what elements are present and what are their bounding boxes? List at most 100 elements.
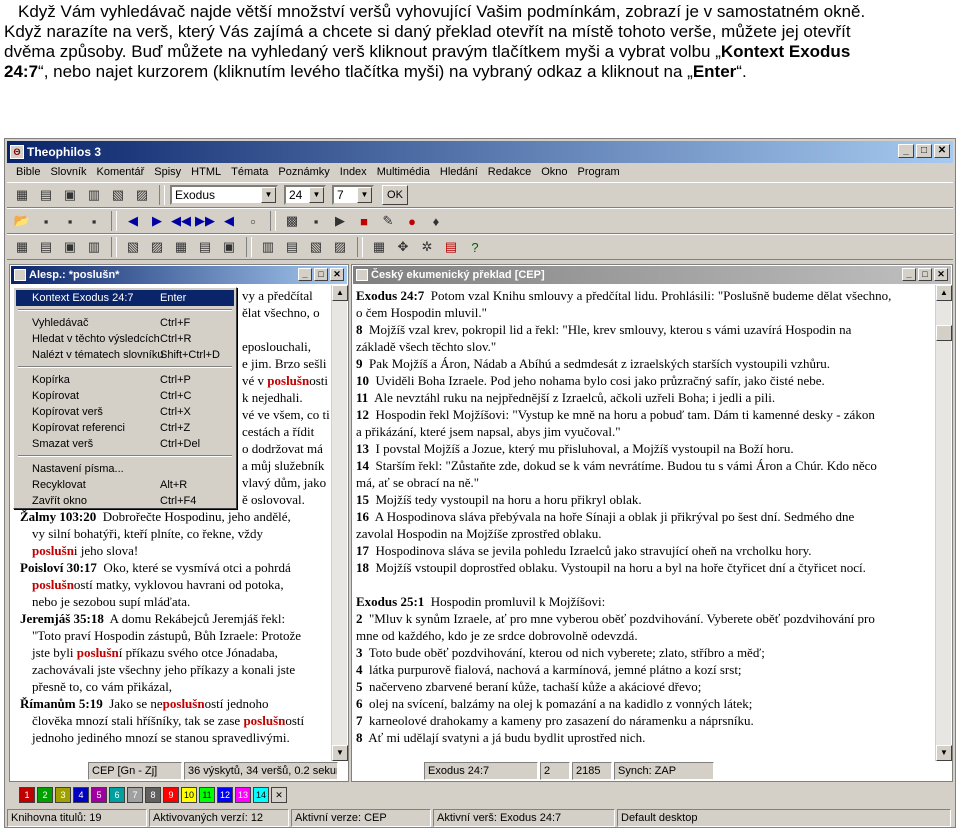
menu-poznámky[interactable]: Poznámky — [273, 163, 334, 181]
result-reference[interactable]: Poisloví 30:17 — [20, 560, 97, 575]
copy-icon[interactable]: ▧ — [122, 236, 144, 258]
verse[interactable]: 2 "Mluv k synům Izraele, ať pro mne vybe… — [356, 610, 932, 627]
context-menu-item[interactable]: Nalézt v tématech slovníku Shift+Ctrl+D — [16, 347, 234, 363]
chevron-down-icon[interactable]: ▼ — [261, 187, 276, 203]
color-button[interactable]: 6 — [109, 787, 125, 803]
close-button[interactable]: ✕ — [934, 144, 950, 158]
search-results-titlebar[interactable]: Alesp.: *poslušn* _ □ ✕ — [11, 266, 347, 284]
previous-icon[interactable]: ◀ — [122, 210, 144, 232]
context-menu-item[interactable]: Kopírovat verš Ctrl+X — [16, 404, 234, 420]
context-menu-item[interactable]: Kopírovat referenci Ctrl+Z — [16, 420, 234, 436]
scroll-down-icon[interactable]: ▼ — [332, 745, 348, 761]
color-button[interactable]: 10 — [181, 787, 197, 803]
context-menu-item[interactable]: Vyhledávač Ctrl+F — [16, 315, 234, 331]
color-button[interactable]: 8 — [145, 787, 161, 803]
edit-icon[interactable]: ✎ — [377, 210, 399, 232]
context-menu-item[interactable]: Hledat v těchto výsledcích Ctrl+R — [16, 331, 234, 347]
color-button[interactable]: 9 — [163, 787, 179, 803]
verse[interactable]: 18 Mojžíš vstoupil doprostřed oblaku. Vy… — [356, 559, 932, 576]
color-button[interactable]: 2 — [37, 787, 53, 803]
window-titlebar[interactable]: Θ Theophilos 3 _ □ ✕ — [7, 141, 953, 163]
search-icon[interactable]: ▦ — [11, 236, 33, 258]
result-reference[interactable]: Žalmy 103:20 — [20, 509, 96, 524]
image-icon[interactable]: ▩ — [281, 210, 303, 232]
chevron-down-icon[interactable]: ▼ — [357, 187, 372, 203]
color-button[interactable]: 14 — [253, 787, 269, 803]
network-icon[interactable]: ✥ — [392, 236, 414, 258]
maximize-button[interactable]: □ — [916, 144, 932, 158]
copy-verse-icon[interactable]: ▦ — [170, 236, 192, 258]
verse[interactable]: 12 Hospodin řekl Mojžíšovi: "Vystup ke m… — [356, 406, 932, 423]
context-menu-item[interactable]: Nastavení písma... — [16, 461, 234, 477]
menu-redakce[interactable]: Redakce — [483, 163, 536, 181]
result-reference[interactable]: Jeremjáš 35:18 — [20, 611, 104, 626]
verse[interactable]: 8 Mojžíš vzal krev, pokropil lid a řekl:… — [356, 321, 932, 338]
multimedia-icon[interactable]: ▪ — [305, 210, 327, 232]
library-icon[interactable]: ▥ — [83, 184, 105, 206]
menu-komentář[interactable]: Komentář — [92, 163, 150, 181]
search-results-scrollbar[interactable]: ▲ ▼ — [331, 285, 348, 761]
book-icon[interactable]: ▣ — [59, 184, 81, 206]
options-icon[interactable]: ▦ — [368, 236, 390, 258]
bible-text-scrollbar[interactable]: ▲ ▼ — [935, 285, 952, 761]
verse-select[interactable]: 7 ▼ — [332, 185, 374, 205]
menu-multimédia[interactable]: Multimédia — [372, 163, 435, 181]
tile-horizontal-icon[interactable]: ▥ — [257, 236, 279, 258]
result-entry[interactable]: Jeremjáš 35:18 A domu Rekábejců Jeremjáš… — [20, 610, 330, 627]
next-icon[interactable]: ▶ — [146, 210, 168, 232]
color-button[interactable]: 3 — [55, 787, 71, 803]
record-icon[interactable]: ● — [401, 210, 423, 232]
play-icon[interactable]: ▶ — [329, 210, 351, 232]
menu-témata[interactable]: Témata — [226, 163, 273, 181]
context-menu-item[interactable]: Kontext Exodus 24:7 Enter — [16, 290, 234, 306]
result-reference[interactable]: Římanům 5:19 — [20, 696, 103, 711]
menu-bible[interactable]: Bible — [11, 163, 45, 181]
context-menu-item[interactable]: Recyklovat Alt+R — [16, 477, 234, 493]
minimize-button[interactable]: _ — [298, 268, 312, 281]
verse[interactable]: 14 Starším řekl: "Zůstaňte zde, dokud se… — [356, 457, 932, 474]
color-button[interactable]: 5 — [91, 787, 107, 803]
ok-button[interactable]: OK — [382, 185, 408, 205]
rewind-icon[interactable]: ◀◀ — [170, 210, 192, 232]
fast-forward-icon[interactable]: ▶▶ — [194, 210, 216, 232]
color-button[interactable]: 11 — [199, 787, 215, 803]
book-select[interactable]: Exodus ▼ — [170, 185, 278, 205]
document-copy-icon[interactable]: ▣ — [59, 236, 81, 258]
verse[interactable]: 11 Ale nevztáhl ruku na nejpřednější z I… — [356, 389, 932, 406]
verse[interactable]: 13 I povstal Mojžíš a Jozue, který mu př… — [356, 440, 932, 457]
close-button[interactable]: ✕ — [934, 268, 948, 281]
scroll-thumb[interactable] — [936, 325, 952, 341]
menu-slovník[interactable]: Slovník — [45, 163, 91, 181]
menu-html[interactable]: HTML — [186, 163, 226, 181]
gear-icon[interactable]: ✲ — [416, 236, 438, 258]
chapter-heading[interactable]: Exodus 24:7 Potom vzal Knihu smlouvy a p… — [356, 287, 932, 304]
bible-text-titlebar[interactable]: Český ekumenický překlad [CEP] _ □ ✕ — [353, 266, 951, 284]
save-icon[interactable]: ▪ — [35, 210, 57, 232]
minimize-button[interactable]: _ — [898, 144, 914, 158]
menu-spisy[interactable]: Spisy — [149, 163, 186, 181]
verse[interactable]: 16 A Hospodinova sláva přebývala na hoře… — [356, 508, 932, 525]
minimize-button[interactable]: _ — [902, 268, 916, 281]
verse[interactable]: 7 karneolové drahokamy a kameny pro zasa… — [356, 712, 932, 729]
menu-okno[interactable]: Okno — [536, 163, 572, 181]
notes-icon[interactable]: ▧ — [107, 184, 129, 206]
close-button[interactable]: ✕ — [330, 268, 344, 281]
scroll-up-icon[interactable]: ▲ — [936, 285, 952, 301]
verse[interactable]: 6 olej na svícení, balzámy na olej k pom… — [356, 695, 932, 712]
verse[interactable]: 17 Hospodinova sláva se jevila pohledu I… — [356, 542, 932, 559]
result-entry[interactable]: Poisloví 30:17 Oko, které se vysmívá otc… — [20, 559, 330, 576]
save-all-icon[interactable]: ▪ — [59, 210, 81, 232]
print-icon[interactable]: ▪ — [83, 210, 105, 232]
color-button[interactable]: 1 — [19, 787, 35, 803]
clear-color-button[interactable]: ✕ — [271, 787, 287, 803]
export-icon[interactable]: ▣ — [218, 236, 240, 258]
maximize-button[interactable]: □ — [918, 268, 932, 281]
scroll-up-icon[interactable]: ▲ — [332, 285, 348, 301]
paste-icon[interactable]: ▨ — [146, 236, 168, 258]
color-button[interactable]: 13 — [235, 787, 251, 803]
verse[interactable]: 3 Toto bude oběť pozdvihování, kterou od… — [356, 644, 932, 661]
tile-vertical-icon[interactable]: ▤ — [281, 236, 303, 258]
verse[interactable]: 10 Uviděli Boha Izraele. Pod jeho nohama… — [356, 372, 932, 389]
result-entry[interactable]: Žalmy 103:20 Dobrořečte Hospodinu, jeho … — [20, 508, 330, 525]
verse[interactable]: 9 Pak Mojžíš a Áron, Nádab a Abíhú a sed… — [356, 355, 932, 372]
